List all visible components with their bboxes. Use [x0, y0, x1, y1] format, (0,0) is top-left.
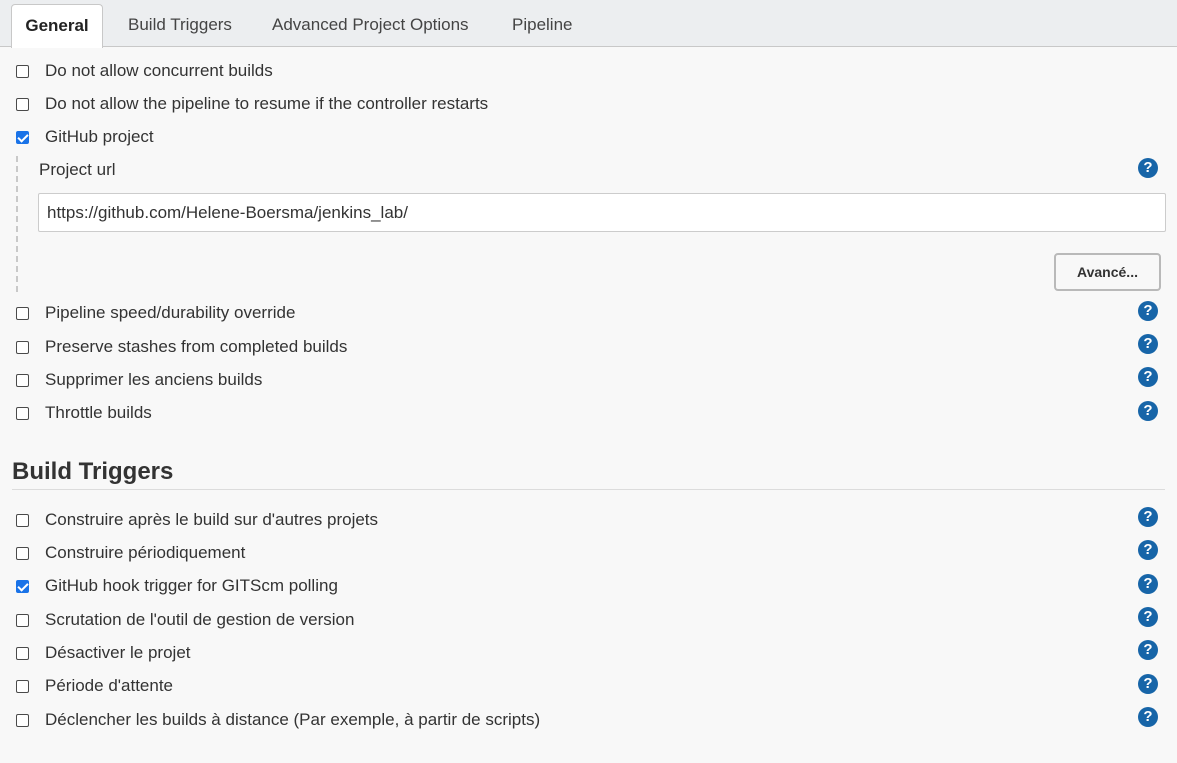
checkbox[interactable]	[16, 513, 29, 527]
help-icon[interactable]: ?	[1138, 158, 1158, 178]
checkbox[interactable]	[16, 613, 29, 627]
checkbox[interactable]	[16, 546, 29, 560]
tab-bar: General Build Triggers Advanced Project …	[0, 0, 1177, 48]
option-row-concurrent-builds[interactable]: Do not allow concurrent builds	[16, 60, 273, 82]
option-label: Désactiver le projet	[45, 643, 191, 662]
trigger-row-periodically[interactable]: Construire périodiquement	[16, 542, 245, 564]
help-icon[interactable]: ?	[1138, 401, 1158, 421]
tab-general[interactable]: General	[11, 4, 103, 48]
option-label: Période d'attente	[45, 676, 174, 695]
option-label: Construire après le build sur d'autres p…	[45, 510, 379, 529]
help-icon[interactable]: ?	[1138, 607, 1158, 627]
option-label: GitHub hook trigger for GITScm polling	[45, 576, 338, 595]
checkbox[interactable]	[16, 64, 29, 78]
checkbox[interactable]	[16, 646, 29, 660]
tab-advanced-project-options[interactable]: Advanced Project Options	[272, 0, 469, 47]
help-icon[interactable]: ?	[1138, 540, 1158, 560]
trigger-row-remote-trigger[interactable]: Déclencher les builds à distance (Par ex…	[16, 709, 540, 731]
advanced-button[interactable]: Avancé...	[1054, 253, 1161, 291]
checkbox-checked[interactable]	[16, 130, 29, 144]
option-row-github-project[interactable]: GitHub project	[16, 126, 154, 148]
help-icon[interactable]: ?	[1138, 367, 1158, 387]
help-icon[interactable]: ?	[1138, 507, 1158, 527]
checkbox[interactable]	[16, 713, 29, 727]
option-label: Supprimer les anciens builds	[45, 370, 263, 389]
checkbox[interactable]	[16, 306, 29, 320]
option-label: Do not allow concurrent builds	[45, 61, 273, 80]
trigger-row-after-other-projects[interactable]: Construire après le build sur d'autres p…	[16, 509, 378, 531]
option-label: Throttle builds	[45, 403, 152, 422]
option-row-pipeline-speed[interactable]: Pipeline speed/durability override	[16, 302, 295, 324]
checkbox[interactable]	[16, 373, 29, 387]
tab-build-triggers[interactable]: Build Triggers	[128, 0, 232, 47]
help-icon[interactable]: ?	[1138, 334, 1158, 354]
trigger-row-scm-polling[interactable]: Scrutation de l'outil de gestion de vers…	[16, 609, 354, 631]
option-label: Déclencher les builds à distance (Par ex…	[45, 710, 541, 729]
option-label: Do not allow the pipeline to resume if t…	[45, 94, 489, 113]
option-row-throttle-builds[interactable]: Throttle builds	[16, 402, 152, 424]
tab-pipeline[interactable]: Pipeline	[512, 0, 573, 47]
project-url-label: Project url	[39, 160, 116, 179]
option-label: Construire périodiquement	[45, 543, 246, 562]
option-label: Scrutation de l'outil de gestion de vers…	[45, 610, 355, 629]
help-icon[interactable]: ?	[1138, 674, 1158, 694]
option-label: Preserve stashes from completed builds	[45, 337, 348, 356]
checkbox-checked[interactable]	[16, 579, 29, 593]
nested-section-indicator	[16, 156, 18, 292]
checkbox[interactable]	[16, 340, 29, 354]
help-icon[interactable]: ?	[1138, 640, 1158, 660]
help-icon[interactable]: ?	[1138, 574, 1158, 594]
trigger-row-quiet-period[interactable]: Période d'attente	[16, 675, 173, 697]
option-label: Pipeline speed/durability override	[45, 303, 296, 322]
checkbox[interactable]	[16, 679, 29, 693]
section-title-build-triggers: Build Triggers	[12, 458, 174, 485]
help-icon[interactable]: ?	[1138, 707, 1158, 727]
help-icon[interactable]: ?	[1138, 301, 1158, 321]
option-label: GitHub project	[45, 127, 154, 146]
checkbox[interactable]	[16, 97, 29, 111]
option-row-discard-old-builds[interactable]: Supprimer les anciens builds	[16, 369, 262, 391]
trigger-row-github-hook[interactable]: GitHub hook trigger for GITScm polling	[16, 575, 338, 597]
trigger-row-disable-project[interactable]: Désactiver le projet	[16, 642, 191, 664]
section-divider	[12, 489, 1165, 490]
option-row-resume-pipeline[interactable]: Do not allow the pipeline to resume if t…	[16, 93, 488, 115]
checkbox[interactable]	[16, 406, 29, 420]
option-row-preserve-stashes[interactable]: Preserve stashes from completed builds	[16, 336, 347, 358]
project-url-input[interactable]	[38, 193, 1166, 232]
